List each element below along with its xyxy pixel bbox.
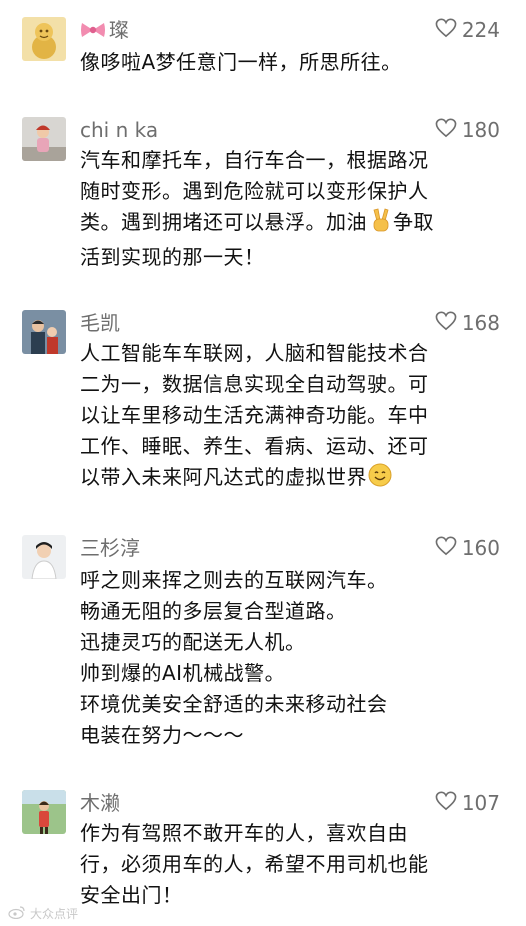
comment-text: 人工智能车车联网，人脑和智能技术合 二为一，数据信息实现全自动驾驶。可 以让车里… (80, 338, 500, 497)
comment-username[interactable]: chi n ka (80, 118, 158, 142)
comment-item: 毛凯 168 人工智能车车联网，人脑和智能技术合 二为一，数据信息实现全自动驾驶… (0, 310, 526, 500)
person-photo-avatar-icon[interactable] (22, 535, 66, 579)
like-button[interactable]: 224 (435, 18, 500, 42)
comment-item: 璨 224 像哆啦A梦任意门一样，所思所往。 (0, 17, 526, 77)
comment-item: 木濑 107 作为有驾照不敢开车的人，喜欢自由 行，必须用车的人，希望不用司机也… (0, 790, 526, 920)
watermark-text: 大众点评 (30, 907, 79, 921)
golden-figure-avatar-icon[interactable] (22, 17, 66, 61)
watermark: 大众点评 (8, 905, 78, 922)
like-button[interactable]: 180 (435, 118, 500, 142)
like-count: 107 (461, 791, 500, 815)
heart-outline-icon (435, 536, 457, 560)
comment-item: 三杉淳 160 呼之则来挥之则去的互联网汽车。 畅通无阻的多层复合型道路。 迅捷… (0, 535, 526, 747)
like-count: 160 (461, 536, 500, 560)
smiling-face-icon (367, 462, 393, 497)
family-photo-avatar-icon[interactable] (22, 310, 66, 354)
comment-text: 作为有驾照不敢开车的人，喜欢自由 行，必须用车的人，希望不用司机也能 安全出门！ (80, 821, 429, 907)
child-photo-avatar-icon[interactable] (22, 117, 66, 161)
like-count: 180 (461, 118, 500, 142)
comment-username[interactable]: 毛凯 (80, 311, 120, 335)
heart-outline-icon (435, 118, 457, 142)
comment-text: 呼之则来挥之则去的互联网汽车。 畅通无阻的多层复合型道路。 迅捷灵巧的配送无人机… (80, 568, 388, 747)
heart-outline-icon (435, 791, 457, 815)
like-button[interactable]: 168 (435, 311, 500, 335)
comment-username[interactable]: 三杉淳 (80, 536, 140, 560)
like-button[interactable]: 160 (435, 536, 500, 560)
like-count: 168 (461, 311, 500, 335)
comment-username[interactable]: 木濑 (80, 791, 120, 815)
pink-bow-icon (80, 20, 106, 45)
comment-item: chi n ka 180 汽车和摩托车，自行车合一，根据路况 随时变形。遇到危险… (0, 117, 526, 277)
like-button[interactable]: 107 (435, 791, 500, 815)
weibo-logo-icon (8, 905, 26, 922)
heart-outline-icon (435, 18, 457, 42)
like-count: 224 (461, 18, 500, 42)
victory-hand-icon (367, 207, 393, 242)
outdoor-photo-avatar-icon[interactable] (22, 790, 66, 834)
comment-username[interactable]: 璨 (80, 18, 129, 45)
comment-text: 汽车和摩托车，自行车合一，根据路况 随时变形。遇到危险就可以变形保护人 类。遇到… (80, 148, 434, 269)
heart-outline-icon (435, 311, 457, 335)
comment-text: 像哆啦A梦任意门一样，所思所往。 (80, 50, 402, 74)
